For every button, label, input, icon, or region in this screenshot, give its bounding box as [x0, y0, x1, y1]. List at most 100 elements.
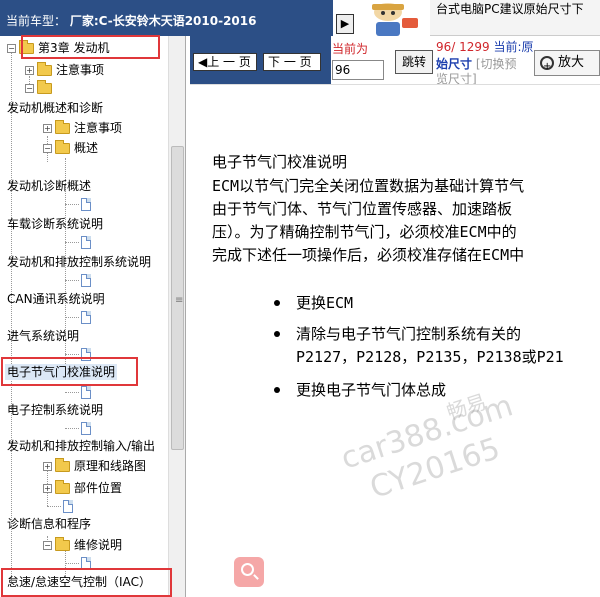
tree-item-schematics[interactable]: + 原理和线路图 [43, 458, 146, 474]
bullet-icon [274, 300, 280, 306]
tree-connector [65, 428, 79, 429]
tree-connector [65, 563, 79, 564]
folder-icon [55, 537, 70, 551]
prev-page-button[interactable]: ◀上 一 页 [193, 53, 257, 71]
play-arrow-icon[interactable]: ▶ [336, 14, 354, 34]
collapse-icon[interactable]: − [7, 44, 16, 53]
collapse-icon[interactable]: − [43, 144, 52, 153]
tree-leaf[interactable] [65, 384, 91, 400]
tree-item-component-locations[interactable]: + 部件位置 [43, 480, 122, 496]
folder-icon [55, 120, 70, 134]
expand-icon[interactable]: + [43, 462, 52, 471]
tree-connector [65, 317, 79, 318]
page-count-value: 96/ 1299 [436, 40, 490, 54]
tree-item-label: 发动机和排放控制系统说明 [7, 255, 152, 269]
document-icon [81, 274, 91, 287]
tree-item-diagnostic-info[interactable]: 诊断信息和程序 [7, 516, 91, 532]
tree-connector [11, 52, 12, 584]
tree-item-engine-overview-folder[interactable]: − [25, 80, 56, 96]
scrollbar-thumb[interactable]: ≡ [171, 146, 184, 450]
tree-item-precautions[interactable]: + 注意事项 [25, 62, 104, 78]
tree-leaf[interactable] [47, 498, 73, 514]
tree-leaf[interactable] [65, 309, 91, 325]
paragraph-line: 由于节气门体、节气门位置传感器、加速踏板 [212, 200, 513, 218]
tree-leaf[interactable] [65, 272, 91, 288]
bullet-item: 清除与电子节气门控制系统有关的 [296, 325, 522, 343]
tree-item-label: 进气系统说明 [7, 329, 80, 343]
zoom-in-icon [540, 55, 554, 79]
tree-connector [65, 242, 79, 243]
bullet-item-continued: P2127，P2128，P2135，P2138或P21 [296, 348, 564, 366]
paragraph-line: 完成下述任一项操作后，必须校准存储在ECM中 [212, 246, 525, 264]
tree-item-label: 发动机诊断概述 [7, 179, 92, 193]
bullet-icon [274, 331, 280, 337]
sidebar-scrollbar[interactable]: ≡ [168, 36, 185, 597]
tree-item-engine-diagnosis-overview[interactable]: 发动机诊断概述 [7, 178, 91, 194]
tree-item-intake-description[interactable]: 进气系统说明 [7, 328, 79, 344]
collapse-icon[interactable]: − [25, 84, 34, 93]
tree-item-overview[interactable]: − 概述 [43, 140, 98, 156]
tree-item-electronic-control-description[interactable]: 电子控制系统说明 [7, 402, 103, 418]
search-button[interactable] [234, 557, 264, 587]
zoom-in-button[interactable]: 放大 [534, 50, 600, 79]
expand-icon[interactable]: + [43, 124, 52, 133]
jump-button[interactable]: 跳转 [395, 50, 433, 74]
pager-toolbar: ◀上 一 页 下 一 页 当前为 跳转 96/ 1299 当前:原 始尺寸 [切… [190, 36, 600, 86]
paragraph-line: ECM以节气门完全关闭位置数据为基础计算节气 [212, 177, 525, 195]
expand-icon[interactable]: + [25, 66, 34, 75]
tree-item-emission-control-description[interactable]: 发动机和排放控制系统说明 [7, 254, 151, 270]
model-value: 厂家:C-长安铃木天语2010-2016 [69, 14, 257, 28]
tree-leaf[interactable] [65, 234, 91, 250]
sidebar-tree[interactable]: − 第3章 发动机 + 注意事项 − 发动机概述和诊断 + 注意事项 − 概述 发动机诊… [0, 36, 186, 597]
document-view: 电子节气门校准说明 ECM以节气门完全关闭位置数据为基础计算节气 由于节气门体、… [190, 84, 600, 597]
highlight-box [1, 568, 172, 597]
tree-item-engine-overview-diagnosis[interactable]: 发动机概述和诊断 [7, 100, 103, 116]
tree-connector [65, 204, 79, 205]
tree-item-can-description[interactable]: CAN通讯系统说明 [7, 291, 105, 307]
bullet-item: 更换电子节气门体总成 [296, 381, 447, 399]
tree-item-label: 原理和线路图 [74, 459, 147, 473]
next-page-button[interactable]: 下 一 页 [263, 53, 321, 71]
tree-leaf[interactable] [65, 420, 91, 436]
ad-text: 台式电脑PC建议原始尺寸下 [436, 2, 584, 16]
header-bar: 当前车型： 厂家:C-长安铃木天语2010-2016 [0, 0, 333, 36]
switch-preview-link[interactable]: [切换预 [476, 57, 517, 71]
tree-item-label: 发动机和排放控制输入/输出 [7, 439, 156, 453]
tree-leaf[interactable] [65, 196, 91, 212]
paragraph-line: 压）。为了精确控制节气门，必须校准ECM中的 [212, 223, 517, 241]
document-icon [81, 198, 91, 211]
page-number-input[interactable] [332, 60, 384, 80]
tree-connector [65, 354, 79, 355]
tree-item-precautions-2[interactable]: + 注意事项 [43, 120, 122, 136]
document-icon [81, 236, 91, 249]
tree-item-obd-description[interactable]: 车载诊断系统说明 [7, 216, 103, 232]
document-icon [81, 311, 91, 324]
prev-page-label: 上 一 页 [207, 55, 251, 69]
current-size-label: 当前:原 [493, 40, 534, 54]
document-icon [81, 422, 91, 435]
expand-icon[interactable]: + [43, 484, 52, 493]
collapse-icon[interactable]: − [43, 541, 52, 550]
search-icon-handle [253, 574, 259, 580]
tree-item-emission-io[interactable]: 发动机和排放控制输入/输出 [7, 438, 155, 454]
tree-item-label: 车载诊断系统说明 [7, 217, 104, 231]
zoom-label: 放大 [558, 55, 585, 70]
current-page-label: 当前为 [332, 42, 369, 56]
tree-item-label: 注意事项 [74, 121, 123, 135]
highlight-box [1, 357, 138, 386]
tree-item-repair-instructions[interactable]: − 维修说明 [43, 537, 122, 553]
document-icon [63, 500, 73, 513]
original-size-label: 始尺寸 [436, 57, 473, 71]
tree-connector [65, 392, 79, 393]
tree-item-label: 诊断信息和程序 [7, 517, 92, 531]
folder-icon [37, 80, 52, 94]
tree-item-label: 发动机概述和诊断 [7, 101, 104, 115]
document-heading: 电子节气门校准说明 [212, 153, 348, 171]
highlight-box [21, 35, 160, 59]
next-page-label: 下 一 页 [268, 55, 312, 69]
page-count: 96/ 1299 当前:原 [436, 38, 534, 55]
ad-banner[interactable]: 台式电脑PC建议原始尺寸下 [430, 0, 600, 36]
folder-icon [55, 140, 70, 154]
folder-icon [55, 458, 70, 472]
bullet-item: 更换ECM [296, 294, 354, 312]
